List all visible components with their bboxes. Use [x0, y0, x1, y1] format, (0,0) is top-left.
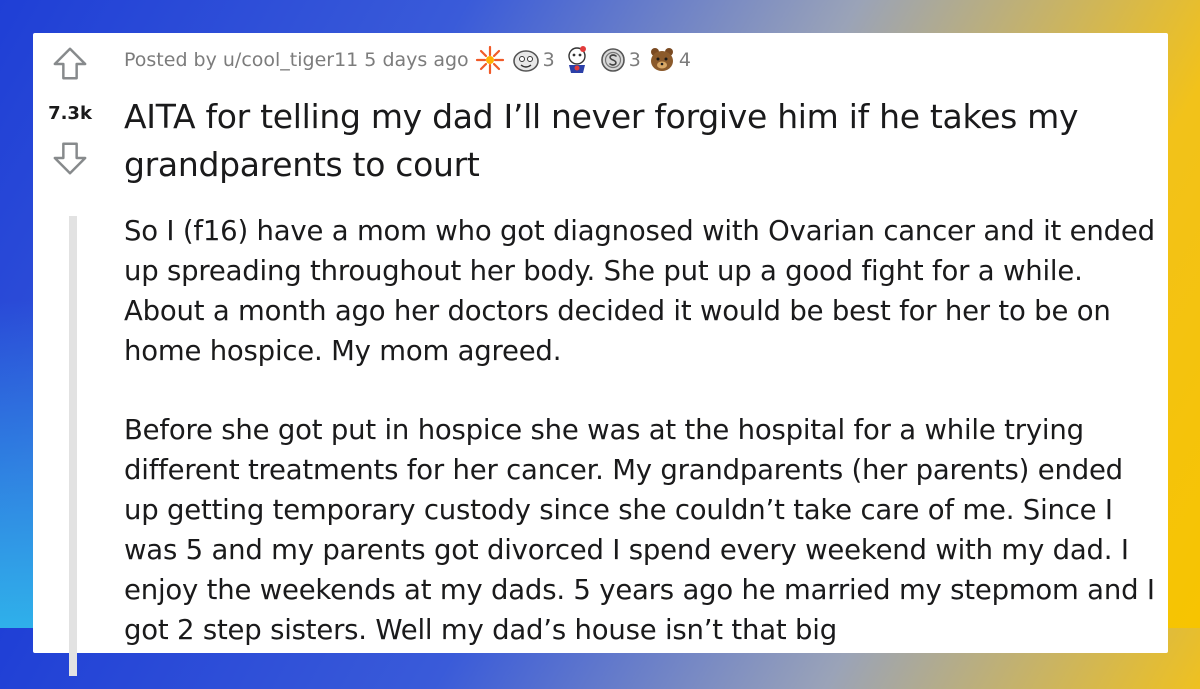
body-paragraph: So I (f16) have a mom who got diagnosed …	[124, 215, 1155, 367]
post-meta: Posted by u/cool_tiger11 5 days ago 3 3 …	[124, 45, 691, 75]
bear-award-icon	[650, 48, 673, 71]
award-silver[interactable]: 3	[599, 46, 641, 74]
downvote-arrow-icon[interactable]	[51, 139, 89, 177]
post-card: 7.3k Posted by u/cool_tiger11 5 days ago	[33, 33, 1168, 676]
posted-by-text[interactable]: Posted by u/cool_tiger11 5 days ago	[124, 49, 469, 71]
post-body: So I (f16) have a mom who got diagnosed …	[124, 211, 1164, 689]
award-count: 3	[542, 49, 555, 71]
wholesome-award-icon	[568, 46, 586, 73]
starburst-award-icon	[475, 45, 504, 75]
face-award-icon	[512, 50, 539, 72]
award-starburst[interactable]	[475, 45, 505, 75]
award-wholesome[interactable]	[561, 45, 593, 75]
award-face[interactable]: 3	[511, 45, 555, 75]
upvote-arrow-icon[interactable]	[51, 45, 89, 83]
body-paragraph: Before she got put in hospice she was at…	[124, 414, 1155, 646]
award-count: 3	[628, 49, 641, 71]
post-title[interactable]: AITA for telling my dad I’ll never forgi…	[124, 93, 1164, 189]
vote-column: 7.3k	[33, 33, 113, 233]
award-bear[interactable]: 4	[647, 45, 691, 75]
quote-bar	[69, 216, 77, 676]
vote-score: 7.3k	[48, 103, 92, 124]
award-count: 4	[678, 49, 691, 71]
silver-coin-award-icon	[600, 48, 625, 72]
